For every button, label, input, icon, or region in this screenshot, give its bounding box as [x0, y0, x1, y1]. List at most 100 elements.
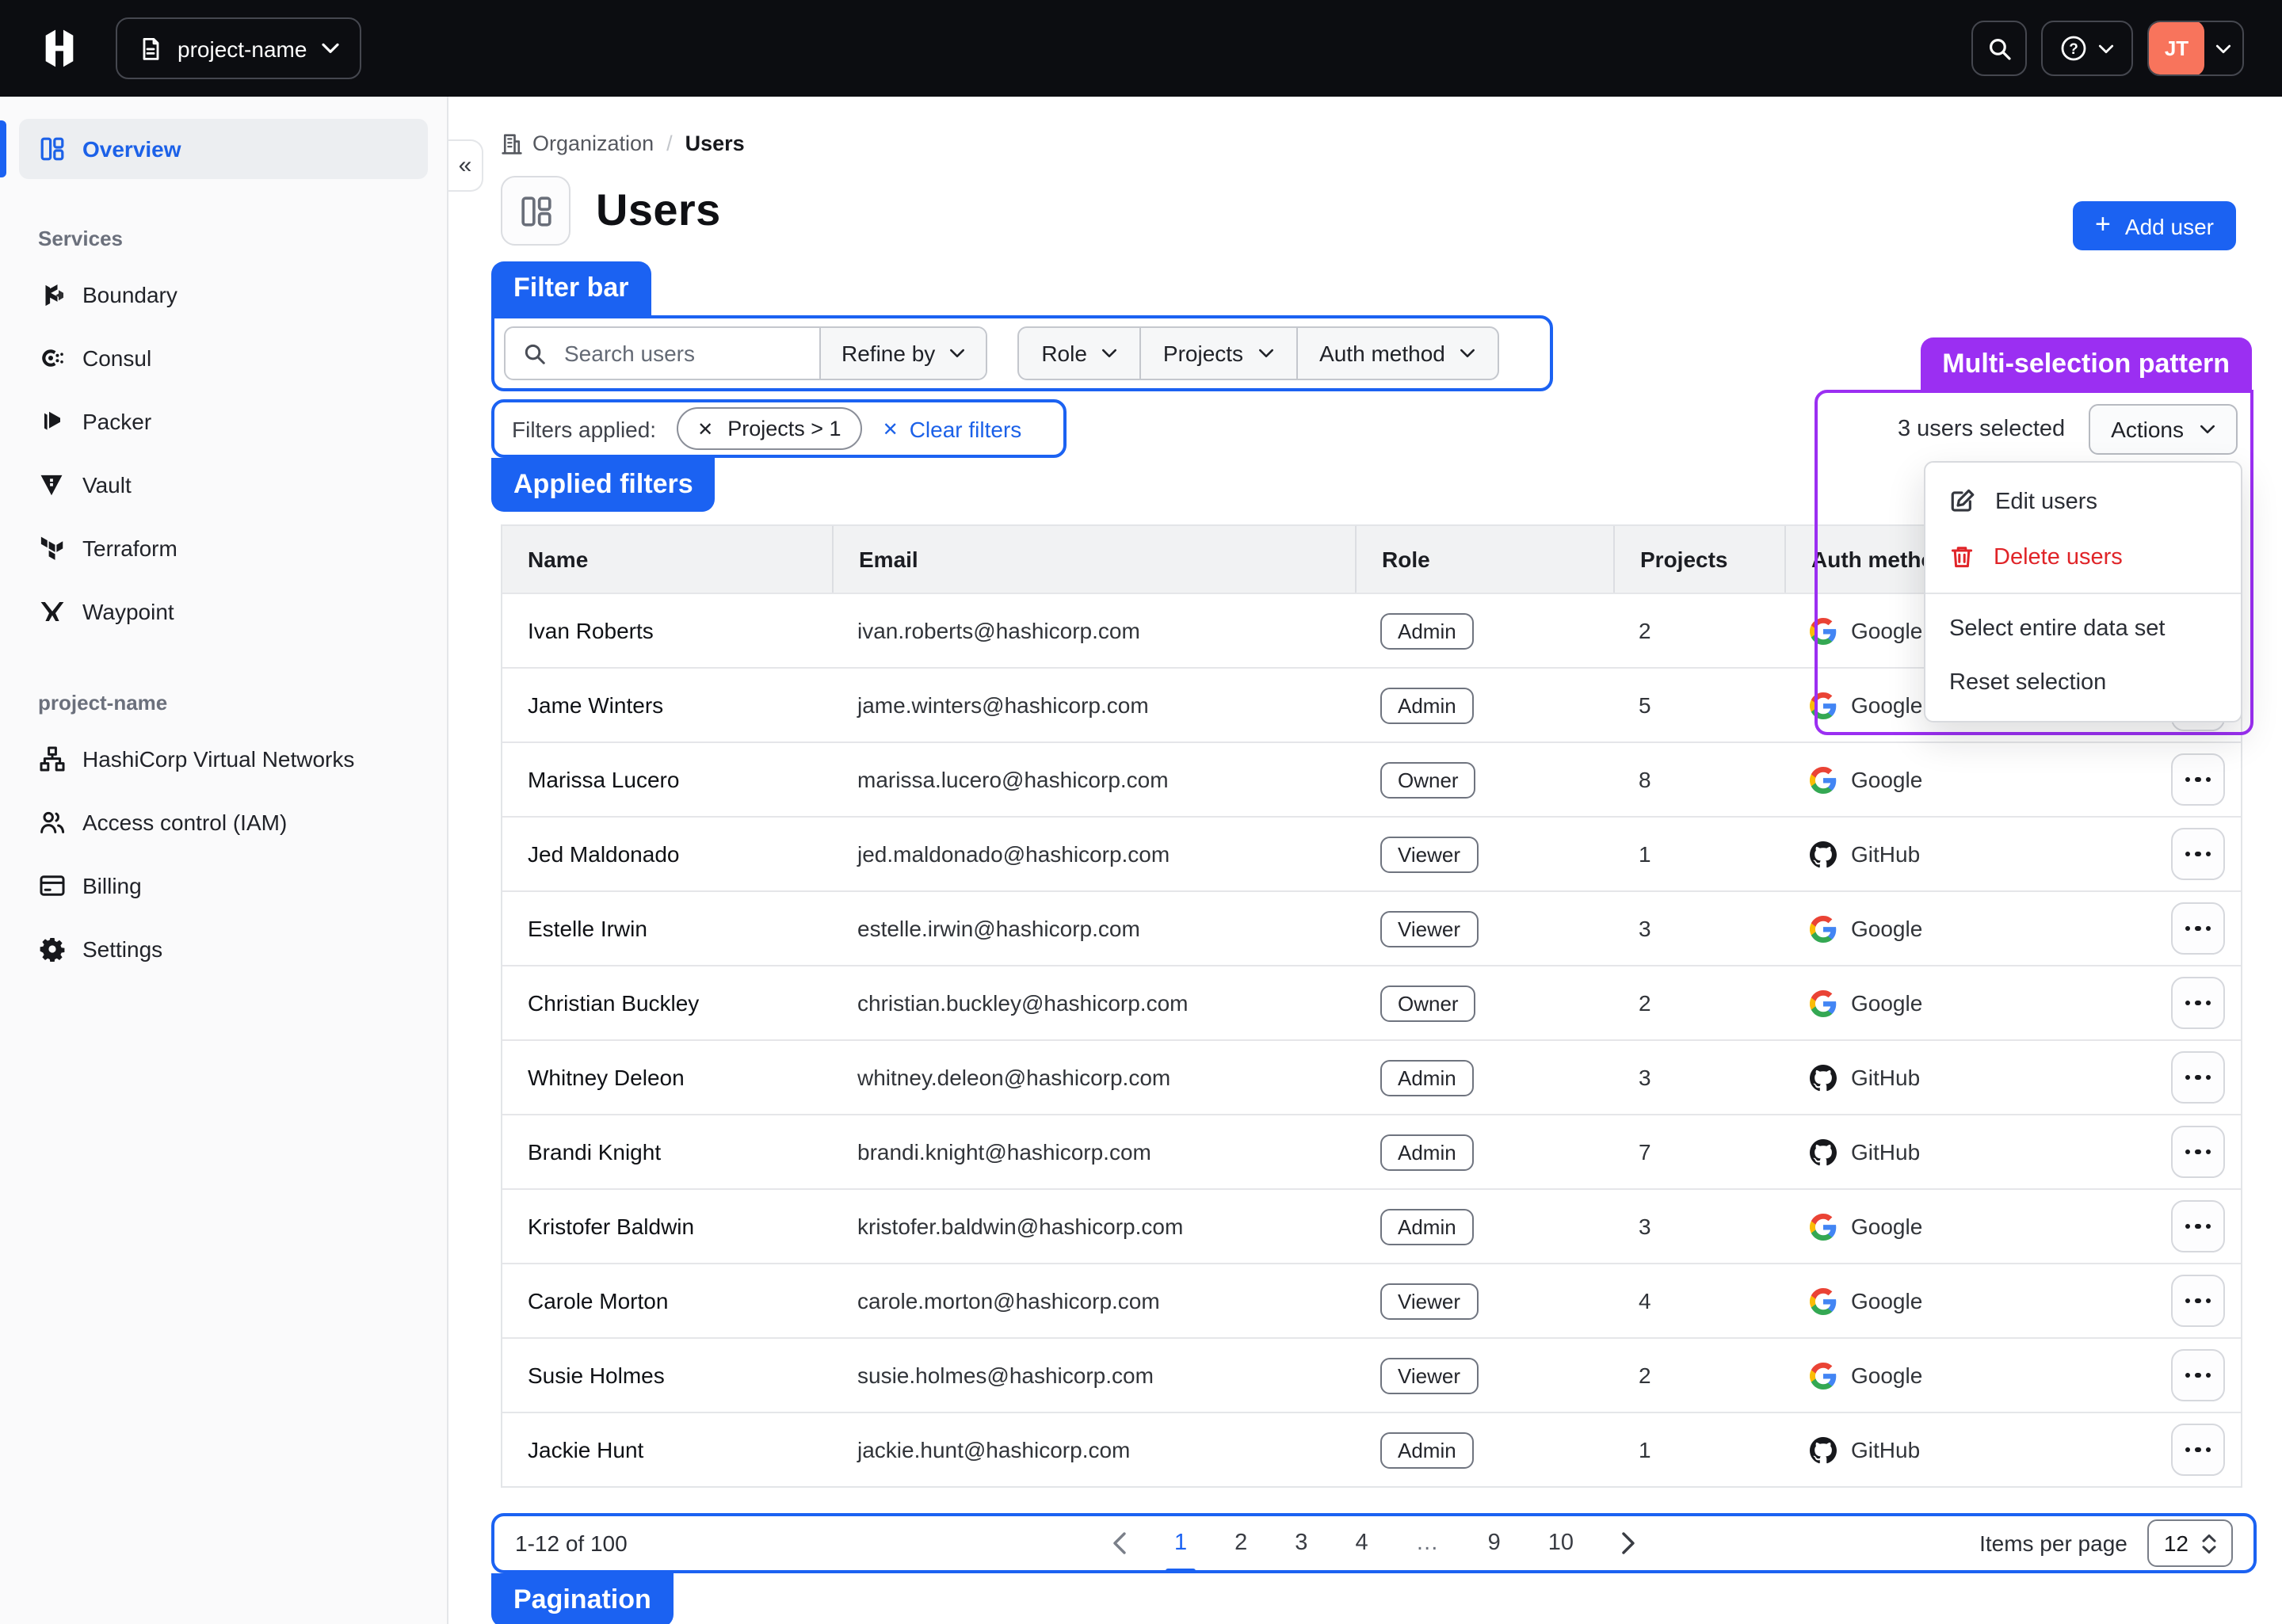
sidebar-item-vault[interactable]: Vault [19, 453, 428, 517]
sidebar-item-settings[interactable]: Settings [19, 917, 428, 981]
cell-name: Carole Morton [502, 1264, 832, 1337]
row-actions-button[interactable] [2171, 1126, 2225, 1178]
packer-icon [38, 410, 65, 433]
consul-icon [38, 345, 65, 371]
chevron-down-icon [1101, 349, 1117, 358]
items-per-page-select[interactable]: 12 [2148, 1519, 2233, 1567]
cell-projects: 1 [1613, 1413, 1784, 1486]
menu-item-reset-selection[interactable]: Reset selection [1925, 656, 2241, 710]
sidebar-item-packer[interactable]: Packer [19, 390, 428, 453]
sidebar-item-terraform[interactable]: Terraform [19, 517, 428, 580]
table-row[interactable]: Susie Holmes susie.holmes@hashicorp.com … [502, 1337, 2241, 1412]
cell-projects: 2 [1613, 1339, 1784, 1412]
user-menu-button[interactable]: JT [2147, 21, 2244, 76]
cell-email: estelle.irwin@hashicorp.com [832, 892, 1355, 965]
hashicorp-logo-icon[interactable] [38, 27, 81, 70]
stepper-icon [2201, 1533, 2217, 1553]
cell-name: Jame Winters [502, 669, 832, 741]
page-number-2[interactable]: 2 [1234, 1531, 1247, 1556]
sidebar-item-consul[interactable]: Consul [19, 326, 428, 390]
auth-method-filter-dropdown[interactable]: Auth method [1296, 328, 1498, 379]
cell-name: Jackie Hunt [502, 1413, 832, 1486]
page-number-9[interactable]: 9 [1488, 1531, 1501, 1556]
building-icon [501, 132, 523, 154]
table-row[interactable]: Whitney Deleon whitney.deleon@hashicorp.… [502, 1039, 2241, 1114]
sidebar-item-billing[interactable]: Billing [19, 854, 428, 917]
cell-projects: 8 [1613, 743, 1784, 816]
role-badge: Admin [1380, 1134, 1474, 1170]
top-nav-bar: project-name ? JT [0, 0, 2282, 97]
close-icon: ✕ [883, 417, 899, 440]
actions-dropdown-button[interactable]: Actions [2089, 404, 2238, 455]
filter-chip-projects[interactable]: ✕ Projects > 1 [677, 407, 861, 450]
page-number-1[interactable]: 1 [1174, 1531, 1187, 1556]
sidebar-item-overview[interactable]: Overview [19, 119, 428, 179]
row-actions-button[interactable] [2171, 1424, 2225, 1476]
row-actions-button[interactable] [2171, 1275, 2225, 1327]
avatar: JT [2149, 21, 2204, 76]
refine-by-dropdown[interactable]: Refine by [819, 328, 986, 379]
vault-icon [38, 474, 65, 496]
table-row[interactable]: Carole Morton carole.morton@hashicorp.co… [502, 1263, 2241, 1337]
cell-projects: 1 [1613, 818, 1784, 890]
table-row[interactable]: Christian Buckley christian.buckley@hash… [502, 965, 2241, 1039]
refine-by-label: Refine by [841, 341, 935, 366]
chevron-down-icon [1257, 349, 1273, 358]
table-row[interactable]: Estelle Irwin estelle.irwin@hashicorp.co… [502, 890, 2241, 965]
cell-email: marissa.lucero@hashicorp.com [832, 743, 1355, 816]
row-actions-button[interactable] [2171, 977, 2225, 1029]
page-number-10[interactable]: 10 [1548, 1531, 1574, 1556]
search-input[interactable] [561, 339, 773, 368]
cell-role: Admin [1355, 594, 1613, 667]
github-icon [1810, 841, 1837, 867]
role-badge: Viewer [1380, 836, 1478, 872]
role-filter-dropdown[interactable]: Role [1019, 328, 1139, 379]
auth-method-label: Google [1851, 692, 1922, 718]
sidebar-item-waypoint[interactable]: Waypoint [19, 580, 428, 643]
breadcrumb-organization[interactable]: Organization [501, 132, 654, 155]
search-button[interactable] [1971, 21, 2027, 76]
row-actions-button[interactable] [2171, 1349, 2225, 1401]
table-row[interactable]: Marissa Lucero marissa.lucero@hashicorp.… [502, 741, 2241, 816]
github-icon [1810, 1138, 1837, 1165]
row-actions-button[interactable] [2171, 753, 2225, 806]
column-header-name: Name [502, 526, 832, 593]
table-row[interactable]: Jed Maldonado jed.maldonado@hashicorp.co… [502, 816, 2241, 890]
row-actions-button[interactable] [2171, 1051, 2225, 1104]
menu-item-select-entire-data-set[interactable]: Select entire data set [1925, 602, 2241, 656]
table-row[interactable]: Brandi Knight brandi.knight@hashicorp.co… [502, 1114, 2241, 1188]
page-number-4[interactable]: 4 [1355, 1531, 1368, 1556]
actions-menu: Edit users Delete users Select entire da… [1924, 461, 2242, 722]
add-user-button[interactable]: + Add user [2073, 201, 2236, 250]
sidebar-item-label: Access control (IAM) [82, 810, 287, 835]
sidebar-collapse-button[interactable]: « [448, 139, 483, 192]
next-page-button[interactable] [1621, 1532, 1635, 1554]
row-actions-button[interactable] [2171, 1200, 2225, 1252]
chevron-down-icon [321, 43, 338, 54]
project-selector[interactable]: project-name [116, 17, 361, 79]
annotation-pagination: Pagination [491, 1573, 674, 1624]
projects-filter-label: Projects [1163, 341, 1243, 366]
sidebar-item-hvn[interactable]: HashiCorp Virtual Networks [19, 727, 428, 791]
table-row[interactable]: Kristofer Baldwin kristofer.baldwin@hash… [502, 1188, 2241, 1263]
menu-item-delete-users[interactable]: Delete users [1925, 529, 2241, 585]
menu-item-edit-users[interactable]: Edit users [1925, 474, 2241, 529]
row-actions-button[interactable] [2171, 902, 2225, 955]
sidebar-item-access-control[interactable]: Access control (IAM) [19, 791, 428, 854]
trash-icon [1949, 543, 1975, 570]
projects-filter-dropdown[interactable]: Projects [1139, 328, 1296, 379]
row-actions-button[interactable] [2171, 828, 2225, 880]
google-icon [1810, 766, 1837, 793]
previous-page-button[interactable] [1112, 1532, 1127, 1554]
search-users-field[interactable] [506, 328, 819, 379]
table-row[interactable]: Jackie Hunt jackie.hunt@hashicorp.com Ad… [502, 1412, 2241, 1486]
clear-filters-link[interactable]: ✕ Clear filters [883, 416, 1022, 441]
cell-role: Viewer [1355, 818, 1613, 890]
page-number-3[interactable]: 3 [1295, 1531, 1307, 1556]
sidebar-item-boundary[interactable]: Boundary [19, 263, 428, 326]
terraform-icon [38, 536, 65, 561]
main-panel: « + Add user Organization / Users [448, 97, 2282, 1624]
annotation-applied-filters: Applied filters [491, 458, 716, 512]
cell-auth-method: GitHub [1784, 818, 2241, 890]
help-menu-button[interactable]: ? [2041, 21, 2133, 76]
